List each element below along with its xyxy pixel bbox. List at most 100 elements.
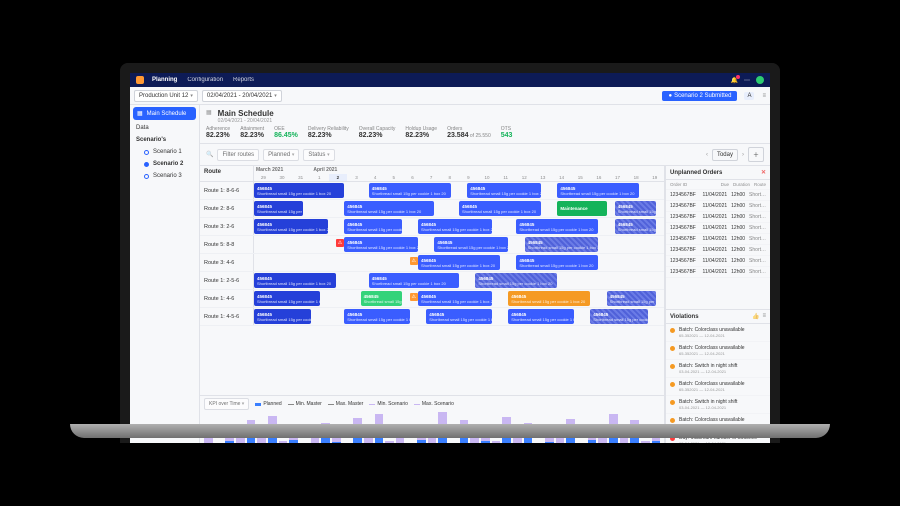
gantt-bar[interactable]: 456845Shortbread small 15g per cookie 1 … [557,183,639,198]
timeline-day[interactable]: 6 [403,174,422,181]
order-row[interactable]: 1234567BF11/04/202112h00Short… [666,201,770,212]
gantt-track[interactable]: 456845Shortbread small 15g per cookie 1 … [254,218,664,235]
nav-configuration[interactable]: Configuration [187,77,223,83]
filter-planned[interactable]: Planned ▾ [263,149,299,161]
timeline-day[interactable]: 13 [534,174,553,181]
gantt-bar[interactable]: 456845Shortbread small 15g per cookie 1 … [369,273,459,288]
next-period-button[interactable]: › [742,152,744,158]
gantt-bar[interactable]: 456845Shortbread small 15g per cookie 1 … [418,255,500,270]
sidebar-scenario-2[interactable]: Scenario 2 [130,158,199,170]
warning-icon[interactable]: ⚠ [410,257,418,265]
gantt-bar[interactable]: 456845Shortbread small 15g per cookie 1 … [607,291,656,306]
violation-row[interactable]: Batch: Switch in night shift03-04-2021 —… [666,396,770,414]
order-row[interactable]: 1234567BF11/04/202112h00Short… [666,267,770,278]
gantt-bar[interactable]: 456845Shortbread small 15g per cookie 1 … [434,237,508,252]
timeline-day[interactable]: 14 [552,174,571,181]
gantt-bar[interactable]: 456845Shortbread small 15g per cookie 1 … [254,309,311,324]
sidebar-scenario-1[interactable]: Scenario 1 [130,146,199,158]
timeline-day[interactable]: 8 [440,174,459,181]
notifications-icon[interactable]: 🔔 [731,77,738,84]
gantt-bar[interactable]: 456845Shortbread small 15g per cookie 1 … [361,291,402,306]
gantt-bar[interactable]: 456845Shortbread small 15g per cookie 1 … [254,183,344,198]
gantt-bar[interactable]: 456845Shortbread small 15g per cookie 1 … [508,291,590,306]
close-icon[interactable]: ✕ [761,169,766,176]
order-row[interactable]: 1234567BF11/04/202112h00Short… [666,234,770,245]
date-range-picker[interactable]: 02/04/2021 - 20/04/2021 ▾ [202,90,282,102]
violation-row[interactable]: Batch: Colorclass unavailable65-352021 —… [666,324,770,342]
gantt-bar[interactable]: 456845Shortbread small 15g per cookie 1 … [459,201,541,216]
gantt-bar[interactable]: 456845Shortbread small 15g per cookie 1 … [525,237,599,252]
filter-search[interactable]: Filter routes [217,149,259,161]
gantt-track[interactable]: ⚠456845Shortbread small 15g per cookie 1… [254,254,664,271]
violation-row[interactable]: Batch: Switch in night shift03-04-2021 —… [666,360,770,378]
order-row[interactable]: 1234567BF11/04/202112h00Short… [666,256,770,267]
menu-icon[interactable]: ≡ [762,93,766,99]
gantt-bar[interactable]: 456845Shortbread small 15g per cookie 1 … [467,183,541,198]
gantt-bar[interactable]: 456845Shortbread small 15g per cookie 1 … [344,309,410,324]
gantt-bar[interactable]: 456845Shortbread small 15g per cookie 1 … [615,201,656,216]
prev-period-button[interactable]: ‹ [706,152,708,158]
timeline-day[interactable]: 2 [329,174,348,181]
thumbs-up-icon[interactable]: 👍 [752,313,759,320]
gantt-bar[interactable]: 456845Shortbread small 15g per cookie 1 … [475,273,557,288]
gantt-track[interactable]: 456845Shortbread small 15g per cookie 1 … [254,272,664,289]
unit-picker[interactable]: Production Unit 12 ▾ [134,90,198,102]
gantt-bar[interactable]: 456845Shortbread small 15g per cookie 1 … [344,237,418,252]
timeline-day[interactable]: 1 [310,174,329,181]
timeline-day[interactable]: 10 [478,174,497,181]
timeline-day[interactable]: 31 [291,174,310,181]
timeline-day[interactable]: 16 [590,174,609,181]
timeline-day[interactable]: 5 [384,174,403,181]
gantt-bar[interactable]: 456845Shortbread small 15g per cookie 1 … [516,219,598,234]
timeline-day[interactable]: 4 [366,174,385,181]
gantt-bar[interactable]: 456845Shortbread small 15g per cookie 1 … [418,219,492,234]
gantt-track[interactable]: 456845Shortbread small 15g per cookie 1 … [254,182,664,199]
gantt-bar[interactable]: 456845Shortbread small 15g per cookie 1 … [344,219,401,234]
timeline-day[interactable]: 17 [608,174,627,181]
gantt-bar[interactable]: 456845Shortbread small 15g per cookie 1 … [590,309,647,324]
timeline-day[interactable]: 18 [627,174,646,181]
avatar[interactable] [756,76,764,84]
gantt-bar[interactable]: 456845Shortbread small 15g per cookie 1 … [344,201,434,216]
today-button[interactable]: Today [712,149,738,161]
nav-planning[interactable]: Planning [152,77,177,83]
gantt-bar[interactable]: 456845Shortbread small 15g per cookie 1 … [254,273,336,288]
warning-icon[interactable]: ⚠ [336,239,344,247]
order-row[interactable]: 1234567BF11/04/202112h00Short… [666,190,770,201]
violation-row[interactable]: Batch: Colorclass unavailable65-352021 —… [666,342,770,360]
timeline-day[interactable]: 11 [496,174,515,181]
timeline-day[interactable]: 7 [422,174,441,181]
sidebar-data[interactable]: Data [130,122,199,134]
gantt-track[interactable]: 456845Shortbread small 15g per cookie 1 … [254,308,664,325]
sidebar-scenario-3[interactable]: Scenario 3 [130,170,199,182]
gantt-bar[interactable]: 456845Shortbread small 15g per cookie 1 … [254,291,320,306]
timeline-day[interactable]: 30 [273,174,292,181]
gantt-bar[interactable]: 456845Shortbread small 15g per cookie 1 … [426,309,492,324]
gantt-track[interactable]: ⚠456845Shortbread small 15g per cookie 1… [254,236,664,253]
submit-scenario-button[interactable]: ● Scenario 2 Submitted [662,91,737,101]
warning-icon[interactable]: ⚠ [410,293,418,301]
gantt-bar[interactable]: 456845Shortbread small 15g per cookie 1 … [369,183,451,198]
nav-reports[interactable]: Reports [233,77,254,83]
violation-row[interactable]: Batch: Colorclass unavailable65-352021 —… [666,378,770,396]
timeline-day[interactable]: 29 [254,174,273,181]
kpi-chart-picker[interactable]: KPI over Time ▾ [204,398,249,410]
settings-icon[interactable]: ⋯ [744,77,750,84]
timeline-day[interactable]: 9 [459,174,478,181]
order-row[interactable]: 1234567BF11/04/202112h00Short… [666,245,770,256]
gantt-track[interactable]: 456845Shortbread small 15g per cookie 1 … [254,290,664,307]
gantt-bar[interactable]: 456845Shortbread small 15g per cookie 1 … [254,219,328,234]
sidebar-main-schedule[interactable]: ▦ Main Schedule [133,107,196,120]
timeline-day[interactable]: 19 [645,174,664,181]
gantt-bar[interactable]: 456845Shortbread small 15g per cookie 1 … [418,291,492,306]
timeline-day[interactable]: 3 [347,174,366,181]
timeline-day[interactable]: 12 [515,174,534,181]
gantt-bar[interactable]: 456845Shortbread small 15g per cookie 1 … [508,309,574,324]
order-row[interactable]: 1234567BF11/04/202112h00Short… [666,212,770,223]
order-row[interactable]: 1234567BF11/04/202112h00Short… [666,223,770,234]
gantt-bar[interactable]: Maintenance [557,201,606,216]
gantt-track[interactable]: 456845Shortbread small 15g per cookie 1 … [254,200,664,217]
filter-status[interactable]: Status ▾ [303,149,334,161]
gantt-bar[interactable]: 456845Shortbread small 15g per cookie 1 … [254,201,303,216]
timeline-day[interactable]: 15 [571,174,590,181]
